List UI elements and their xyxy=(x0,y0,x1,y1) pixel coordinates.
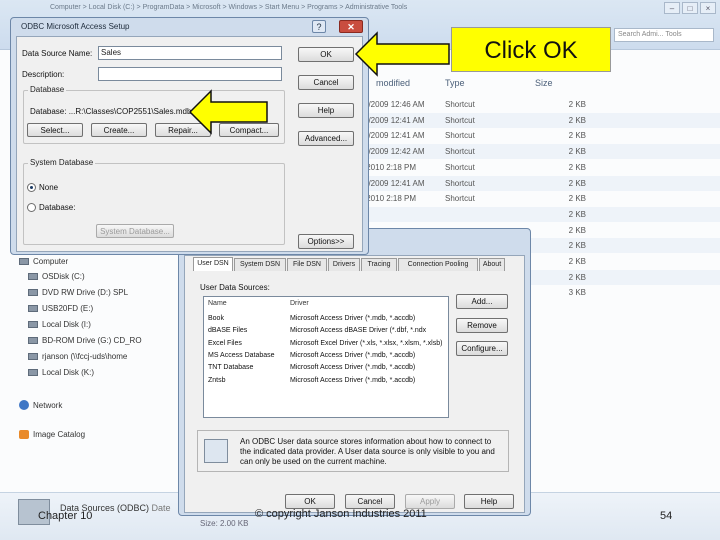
copyright-label: © copyright Janson Industries 2011 xyxy=(255,508,427,520)
annotation-arrows xyxy=(188,31,450,135)
arrow-to-database-icon xyxy=(188,89,268,135)
chapter-label: Chapter 10 xyxy=(38,510,93,522)
page-number: 54 xyxy=(660,510,673,522)
arrow-to-ok-icon xyxy=(354,31,450,77)
click-ok-callout: Click OK xyxy=(451,27,611,72)
